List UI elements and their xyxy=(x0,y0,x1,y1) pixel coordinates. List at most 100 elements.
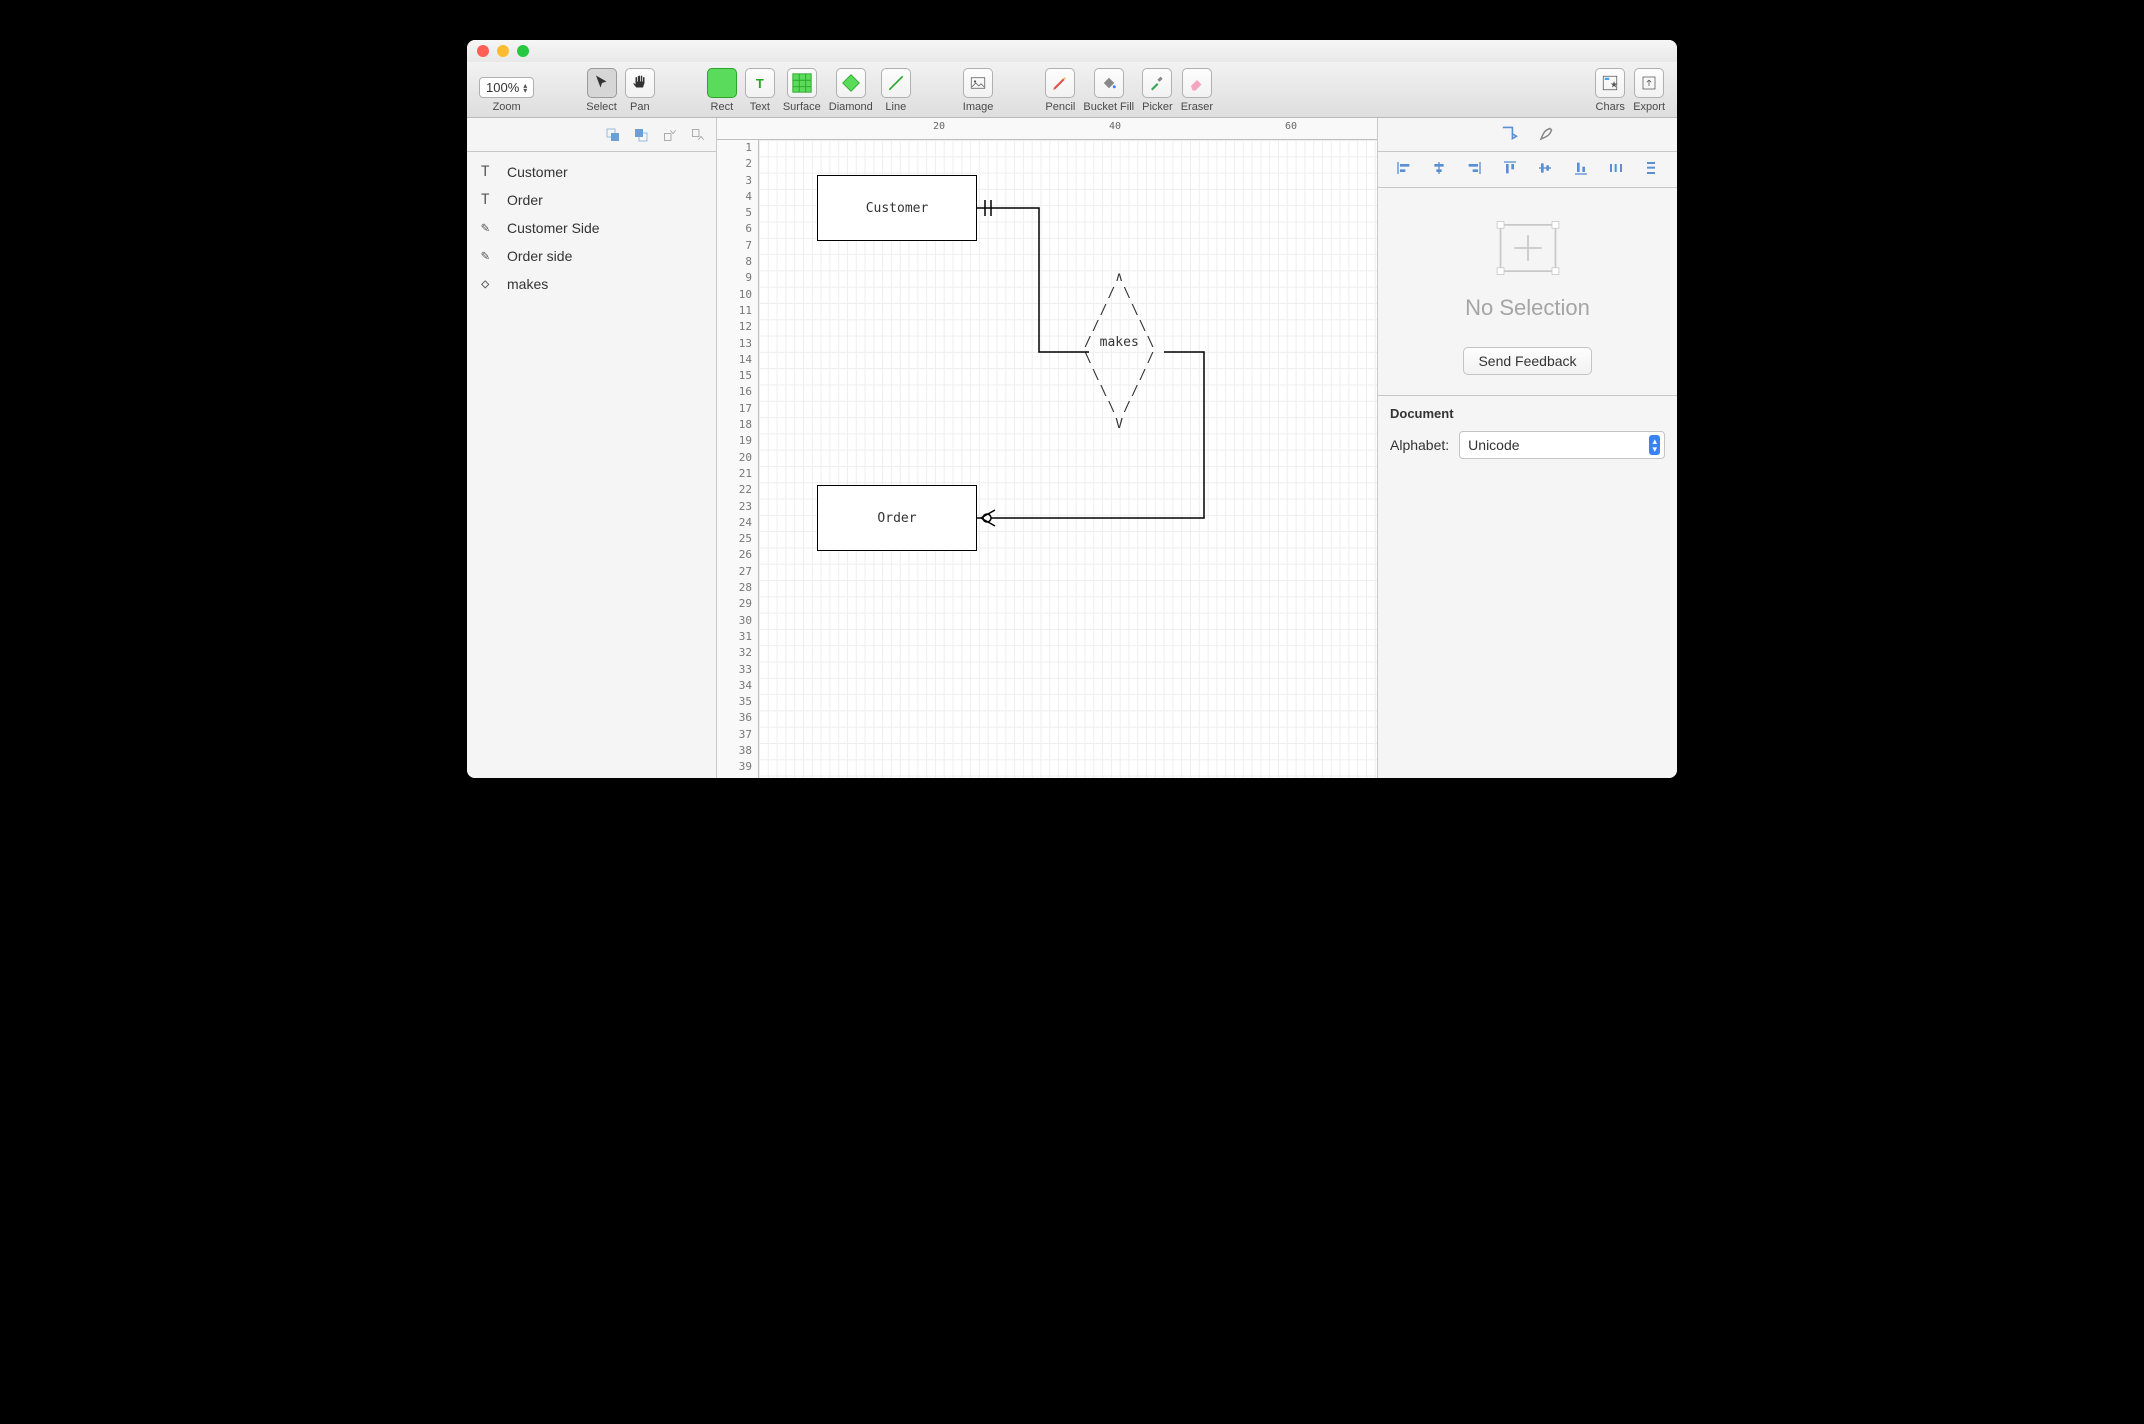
no-selection-text: No Selection xyxy=(1378,295,1677,321)
app-window: 100% ▴▾ Zoom Select Pan Rect T Text xyxy=(467,40,1677,778)
shape-customer[interactable]: Customer xyxy=(817,175,977,241)
line-label: Line xyxy=(885,101,906,113)
diamond-label: Diamond xyxy=(829,101,873,113)
pencil-label: Pencil xyxy=(1045,101,1075,113)
line-icon xyxy=(886,73,906,93)
send-feedback-button[interactable]: Send Feedback xyxy=(1463,347,1591,375)
surface-tool-button[interactable] xyxy=(787,68,817,98)
chevron-updown-icon: ▴▾ xyxy=(1649,435,1660,455)
star-box-icon: ★ xyxy=(1601,74,1619,92)
align-center-v-icon[interactable] xyxy=(1537,160,1553,179)
pencil-glyph-icon: ✎ xyxy=(481,248,497,264)
layer-label: Order xyxy=(507,192,543,208)
no-selection-state: No Selection xyxy=(1378,188,1677,341)
pan-tool-button[interactable] xyxy=(625,68,655,98)
layer-label: makes xyxy=(507,276,548,292)
layer-item-order[interactable]: T Order xyxy=(467,186,716,214)
layer-label: Customer Side xyxy=(507,220,600,236)
hand-icon xyxy=(631,74,649,92)
selection-placeholder-icon xyxy=(1378,218,1677,281)
eraser-tool-button[interactable] xyxy=(1182,68,1212,98)
distribute-v-icon[interactable] xyxy=(1643,160,1659,179)
upload-icon xyxy=(1640,74,1658,92)
text-glyph-icon: T xyxy=(481,192,497,208)
text-icon: T xyxy=(756,76,764,91)
shape-order-label: Order xyxy=(877,511,916,526)
bucket-icon xyxy=(1100,74,1118,92)
ruler-tick-40: 40 xyxy=(1109,121,1121,132)
text-glyph-icon: T xyxy=(481,164,497,180)
grid-icon xyxy=(791,72,813,94)
layer-item-customer-side[interactable]: ✎ Customer Side xyxy=(467,214,716,242)
zoom-stepper[interactable]: 100% ▴▾ xyxy=(479,77,534,98)
zoom-window-button[interactable] xyxy=(517,45,529,57)
send-back-icon[interactable] xyxy=(632,126,650,144)
alphabet-select[interactable]: Unicode ▴▾ xyxy=(1459,431,1665,459)
align-left-icon[interactable] xyxy=(1396,160,1412,179)
alignment-toolbar xyxy=(1378,152,1677,188)
ruler-tick-20: 20 xyxy=(933,121,945,132)
close-window-button[interactable] xyxy=(477,45,489,57)
shape-order[interactable]: Order xyxy=(817,485,977,551)
eraser-label: Eraser xyxy=(1181,101,1213,113)
pencil-icon xyxy=(1051,74,1069,92)
zoom-label: Zoom xyxy=(493,101,521,113)
picker-tool-button[interactable] xyxy=(1142,68,1172,98)
pencil-glyph-icon: ✎ xyxy=(481,220,497,236)
shape-makes-label: makes xyxy=(1100,335,1139,350)
select-label: Select xyxy=(586,101,617,113)
diamond-icon xyxy=(841,73,861,93)
align-right-icon[interactable] xyxy=(1466,160,1482,179)
layer-item-customer[interactable]: T Customer xyxy=(467,158,716,186)
tab-style-icon[interactable] xyxy=(1538,124,1556,145)
ruler-vertical: 1234567891011121314151617181920212223242… xyxy=(717,140,759,778)
move-up-icon[interactable] xyxy=(660,126,678,144)
align-top-icon[interactable] xyxy=(1502,160,1518,179)
chars-label: Chars xyxy=(1596,101,1625,113)
svg-text:★: ★ xyxy=(1610,80,1618,90)
text-label: Text xyxy=(750,101,770,113)
image-label: Image xyxy=(963,101,994,113)
rect-label: Rect xyxy=(711,101,734,113)
picker-label: Picker xyxy=(1142,101,1173,113)
cursor-icon xyxy=(593,74,611,92)
pan-label: Pan xyxy=(630,101,650,113)
diamond-tool-button[interactable] xyxy=(836,68,866,98)
layer-item-order-side[interactable]: ✎ Order side xyxy=(467,242,716,270)
bucket-tool-button[interactable] xyxy=(1094,68,1124,98)
alphabet-value: Unicode xyxy=(1468,437,1519,453)
move-down-icon[interactable] xyxy=(688,126,706,144)
align-bottom-icon[interactable] xyxy=(1573,160,1589,179)
chars-button[interactable]: ★ xyxy=(1595,68,1625,98)
export-label: Export xyxy=(1633,101,1665,113)
export-button[interactable] xyxy=(1634,68,1664,98)
minimize-window-button[interactable] xyxy=(497,45,509,57)
titlebar[interactable] xyxy=(467,40,1677,62)
align-center-h-icon[interactable] xyxy=(1431,160,1447,179)
shape-makes[interactable]: ∧ / \ / \ / \ / makes \ \ / \ / \ / \ / … xyxy=(1084,270,1154,433)
line-tool-button[interactable] xyxy=(881,68,911,98)
alphabet-label: Alphabet: xyxy=(1390,437,1449,453)
tab-shape-icon[interactable] xyxy=(1500,125,1520,144)
inspector-panel: No Selection Send Feedback Document Alph… xyxy=(1377,118,1677,778)
document-section: Document Alphabet: Unicode ▴▾ xyxy=(1378,395,1677,469)
image-tool-button[interactable] xyxy=(963,68,993,98)
select-tool-button[interactable] xyxy=(587,68,617,98)
bring-front-icon[interactable] xyxy=(604,126,622,144)
shape-customer-label: Customer xyxy=(866,201,929,216)
text-tool-button[interactable]: T xyxy=(745,68,775,98)
rect-tool-button[interactable] xyxy=(707,68,737,98)
layer-item-makes[interactable]: ◇ makes xyxy=(467,270,716,298)
document-heading: Document xyxy=(1390,406,1665,421)
distribute-h-icon[interactable] xyxy=(1608,160,1624,179)
toolbar: 100% ▴▾ Zoom Select Pan Rect T Text xyxy=(467,62,1677,118)
layers-panel: T Customer T Order ✎ Customer Side ✎ Ord… xyxy=(467,118,717,778)
image-icon xyxy=(969,74,987,92)
layer-toolbar xyxy=(467,118,716,152)
ruler-horizontal: 20 40 60 xyxy=(717,118,1377,140)
layer-label: Customer xyxy=(507,164,568,180)
ruler-tick-60: 60 xyxy=(1285,121,1297,132)
pencil-tool-button[interactable] xyxy=(1045,68,1075,98)
diamond-glyph-icon: ◇ xyxy=(481,276,497,292)
canvas[interactable]: Customer Order ∧ / \ / \ / \ / makes \ \… xyxy=(759,140,1377,778)
